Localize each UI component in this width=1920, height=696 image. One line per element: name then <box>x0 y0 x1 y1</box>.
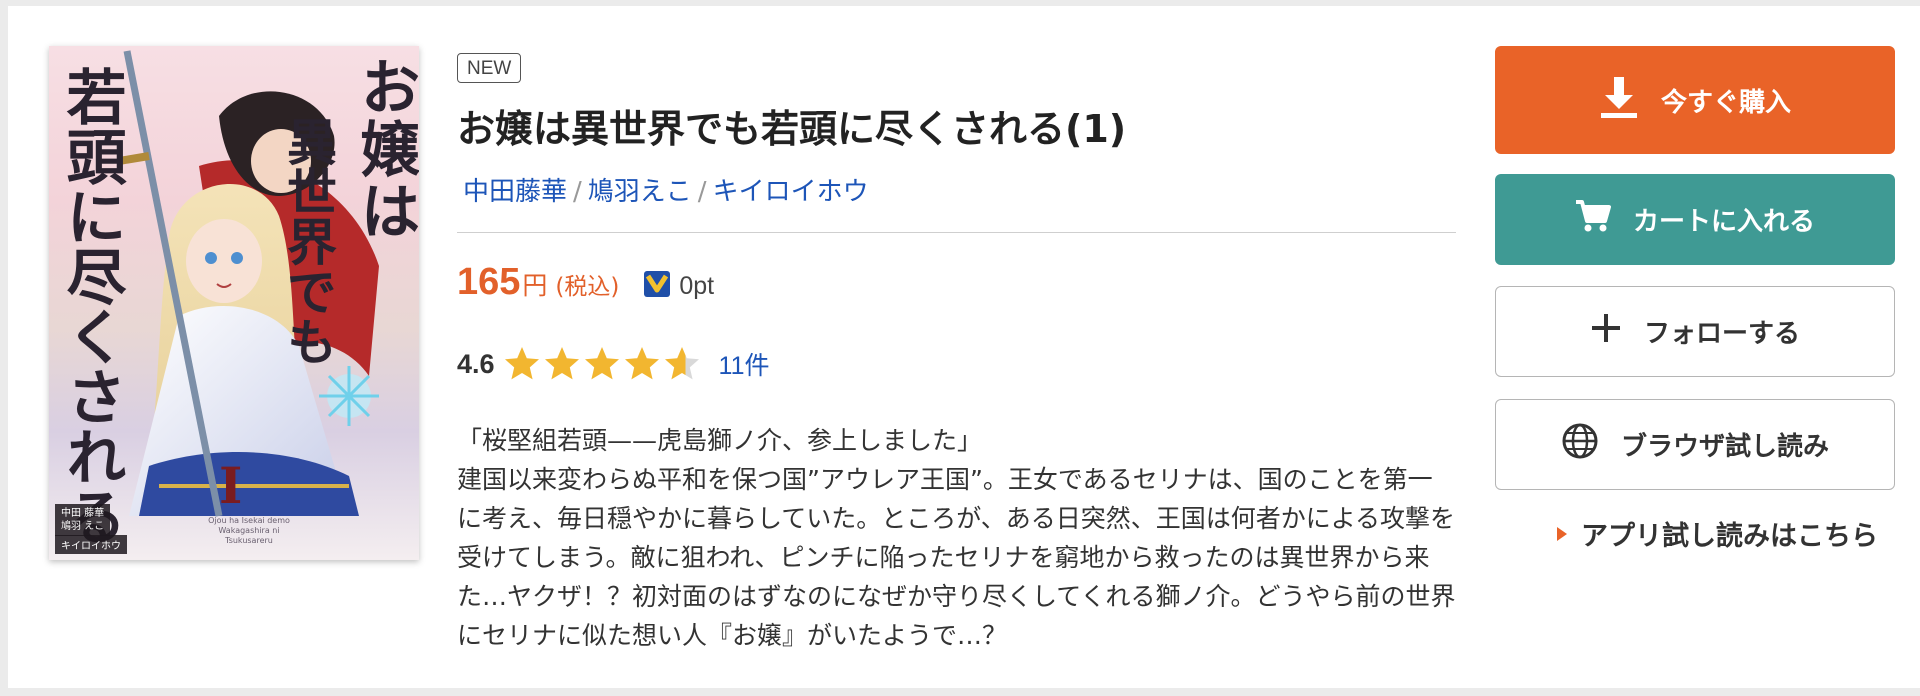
cover-title-part-1: お嬢は <box>350 56 419 242</box>
rating-row: 4.6 11件 <box>457 342 770 386</box>
divider <box>457 232 1456 233</box>
product-title: お嬢は異世界でも若頭に尽くされる(1) <box>457 107 1127 151</box>
star-icon <box>624 347 659 380</box>
cover-title-part-3: 若頭に尽くされる <box>56 66 126 546</box>
star-icon <box>584 347 619 380</box>
product-card: お嬢は 異世界でも 若頭に尽くされる I Ojou ha Isekai demo… <box>8 6 1920 688</box>
cover-credit-1: 中田 藤華 <box>61 508 105 519</box>
points-value: 0pt <box>679 272 715 300</box>
app-preview-link[interactable]: アプリ試し読みはこちら <box>1557 514 1878 553</box>
star-icon <box>504 347 539 380</box>
author-link-1[interactable]: 中田藤華 <box>463 177 567 207</box>
browser-preview-button[interactable]: ブラウザ試し読み <box>1495 399 1895 490</box>
book-cover[interactable]: お嬢は 異世界でも 若頭に尽くされる I Ojou ha Isekai demo… <box>49 46 419 560</box>
price-tax-label: (税込) <box>555 274 620 300</box>
cover-subtitle: Ojou ha Isekai demo Wakagashira ni Tsuku… <box>208 516 290 545</box>
author-link-3[interactable]: キイロイホウ <box>713 177 869 207</box>
rating-stars <box>503 345 701 383</box>
author-link-2[interactable]: 鳩羽えこ <box>588 177 692 207</box>
follow-label: フォローする <box>1643 319 1800 349</box>
point-badge-icon <box>643 270 671 298</box>
star-icon <box>664 347 699 380</box>
app-preview-label: アプリ試し読みはこちら <box>1581 521 1878 552</box>
browser-preview-label: ブラウザ試し読み <box>1620 432 1829 462</box>
cart-icon <box>1575 199 1611 240</box>
add-to-cart-label: カートに入れる <box>1632 207 1815 237</box>
description-body: 建国以来変わらぬ平和を保つ国”アウレア王国”。王女であるセリナは、国のことを第一… <box>457 465 1456 650</box>
price-row: 165 円 (税込) 0pt <box>457 261 714 311</box>
new-badge: NEW <box>457 53 522 83</box>
author-separator: / <box>697 177 707 207</box>
star-icon <box>544 347 579 380</box>
cover-volume: I <box>219 456 243 515</box>
plus-icon <box>1590 312 1622 351</box>
description: 「桜堅組若頭——虎島獅ノ介、参上しました」 建国以来変わらぬ平和を保つ国”アウレ… <box>457 421 1457 655</box>
follow-button[interactable]: フォローする <box>1495 286 1895 377</box>
cover-credit-2: 鳩羽 えこ <box>61 521 105 532</box>
buy-now-label: 今すぐ購入 <box>1660 87 1791 118</box>
add-to-cart-button[interactable]: カートに入れる <box>1495 174 1895 265</box>
buy-now-button[interactable]: 今すぐ購入 <box>1495 46 1895 154</box>
price-unit: 円 <box>522 271 548 300</box>
cover-title-part-2: 異世界でも <box>279 116 338 366</box>
rating-score: 4.6 <box>457 348 495 379</box>
download-icon <box>1599 75 1639 126</box>
cover-credit-bottom: キイロイホウ <box>55 535 127 554</box>
author-separator: / <box>573 177 582 207</box>
triangle-right-icon <box>1557 526 1567 541</box>
author-list: 中田藤華 / 鳩羽えこ / キイロイホウ <box>463 171 869 208</box>
review-count-link[interactable]: 11件 <box>719 346 770 382</box>
description-tagline: 「桜堅組若頭——虎島獅ノ介、参上しました」 <box>457 426 983 455</box>
globe-icon <box>1561 422 1599 467</box>
price-value: 165 <box>457 261 521 303</box>
cover-credits: 中田 藤華 鳩羽 えこ <box>55 504 111 536</box>
